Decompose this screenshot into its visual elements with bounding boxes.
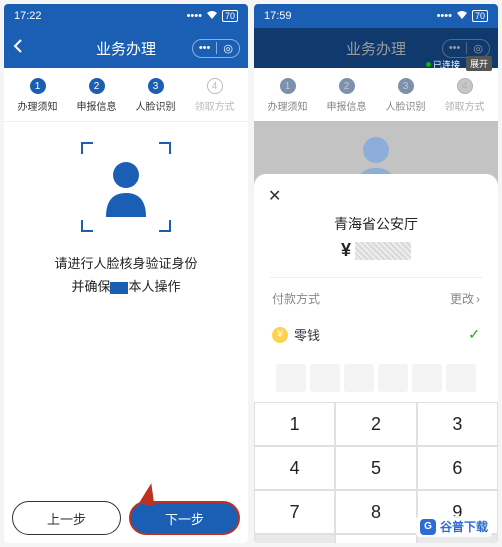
status-indicators: •••• 70 xyxy=(187,10,238,23)
amount: ¥ xyxy=(270,240,482,261)
nav-title: 业务办理 xyxy=(96,38,156,59)
payee-name: 青海省公安厅 xyxy=(270,214,482,234)
bottom-buttons: 上一步 下一步 xyxy=(4,493,248,543)
amount-censored xyxy=(355,242,411,260)
status-indicators: •••• 70 xyxy=(437,10,488,23)
next-button[interactable]: 下一步 xyxy=(129,501,240,535)
nav-title: 业务办理 xyxy=(346,38,406,59)
annotation-arrow xyxy=(139,482,159,507)
more-icon[interactable]: ••• xyxy=(199,42,211,54)
target-icon[interactable]: ◎ xyxy=(473,42,483,55)
step-circle: 1 xyxy=(30,78,46,94)
step-circle: 2 xyxy=(89,78,105,94)
step-3: 3 人脸识别 xyxy=(126,78,185,113)
method-change[interactable]: 更改 xyxy=(450,290,474,307)
target-icon[interactable]: ◎ xyxy=(223,42,233,55)
wifi-icon xyxy=(206,10,218,23)
step-label: 办理须知 xyxy=(18,98,58,113)
key-1[interactable]: 1 xyxy=(254,402,335,446)
key-8[interactable]: 8 xyxy=(335,490,416,534)
close-icon[interactable]: ✕ xyxy=(268,186,281,206)
more-icon[interactable]: ••• xyxy=(449,42,461,54)
key-7[interactable]: 7 xyxy=(254,490,335,534)
key-4[interactable]: 4 xyxy=(254,446,335,490)
chevron-right-icon: › xyxy=(476,292,480,306)
battery-icon: 70 xyxy=(222,10,238,22)
key-empty xyxy=(254,534,335,543)
face-icon xyxy=(101,157,151,217)
method-label: 付款方式 xyxy=(272,290,320,307)
face-frame xyxy=(81,142,171,232)
step-label: 申报信息 xyxy=(77,98,117,113)
watermark-icon: G xyxy=(420,519,436,535)
key-2[interactable]: 2 xyxy=(335,402,416,446)
phone-left: 17:22 •••• 70 业务办理 ••• ◎ 1 办理须知 2 xyxy=(4,4,248,543)
nav-capsule[interactable]: ••• ◎ xyxy=(442,39,490,58)
face-text-2: 并确保本人操作 xyxy=(54,275,197,298)
step-1: 1 办理须知 xyxy=(8,78,67,113)
key-5[interactable]: 5 xyxy=(335,446,416,490)
back-icon[interactable] xyxy=(12,38,24,58)
step-circle: 4 xyxy=(207,78,223,94)
battery-icon: 70 xyxy=(472,10,488,22)
option-label: 零钱 xyxy=(294,325,320,344)
signal-icon: •••• xyxy=(437,10,452,22)
censored-text xyxy=(110,282,128,294)
face-area: 请进行人脸核身验证身份 并确保本人操作 xyxy=(4,122,248,493)
key-6[interactable]: 6 xyxy=(417,446,498,490)
face-instruction: 请进行人脸核身验证身份 并确保本人操作 xyxy=(54,252,197,299)
nav-bar: 业务办理 ••• ◎ xyxy=(254,28,498,68)
nav-bar: 业务办理 ••• ◎ xyxy=(4,28,248,68)
phone-right: 17:59 •••• 70 业务办理 ••• ◎ 已连接 展开 1办理须知 2申… xyxy=(254,4,498,543)
key-3[interactable]: 3 xyxy=(417,402,498,446)
prev-button[interactable]: 上一步 xyxy=(12,501,121,535)
status-bar: 17:22 •••• 70 xyxy=(4,4,248,28)
steps-bar: 1 办理须知 2 申报信息 3 人脸识别 4 领取方式 xyxy=(4,68,248,122)
wifi-icon xyxy=(456,10,468,23)
status-time: 17:59 xyxy=(264,10,292,22)
watermark: G 谷普下载 xyxy=(416,516,492,537)
green-dot-icon xyxy=(426,62,431,67)
payment-method-row[interactable]: 付款方式 更改 › xyxy=(270,277,482,319)
face-text-1: 请进行人脸核身验证身份 xyxy=(54,252,197,275)
check-icon: ✓ xyxy=(468,326,480,343)
pin-input[interactable] xyxy=(270,358,482,402)
currency-symbol: ¥ xyxy=(341,240,351,261)
step-circle: 3 xyxy=(148,78,164,94)
key-0[interactable]: 0 xyxy=(335,534,416,543)
wallet-icon: ¥ xyxy=(272,327,288,343)
signal-icon: •••• xyxy=(187,10,202,22)
watermark-text: 谷普下载 xyxy=(440,518,488,535)
status-time: 17:22 xyxy=(14,10,42,22)
steps-bar-dimmed: 1办理须知 2申报信息 3人脸识别 4领取方式 xyxy=(254,68,498,122)
step-label: 人脸识别 xyxy=(136,98,176,113)
payment-option[interactable]: ¥ 零钱 ✓ xyxy=(270,319,482,358)
status-bar: 17:59 •••• 70 xyxy=(254,4,498,28)
step-2: 2 申报信息 xyxy=(67,78,126,113)
step-label: 领取方式 xyxy=(195,98,235,113)
payment-sheet: ✕ 青海省公安厅 ¥ 付款方式 更改 › ¥ 零钱 ✓ xyxy=(254,174,498,543)
nav-capsule[interactable]: ••• ◎ xyxy=(192,39,240,58)
step-4: 4 领取方式 xyxy=(185,78,244,113)
